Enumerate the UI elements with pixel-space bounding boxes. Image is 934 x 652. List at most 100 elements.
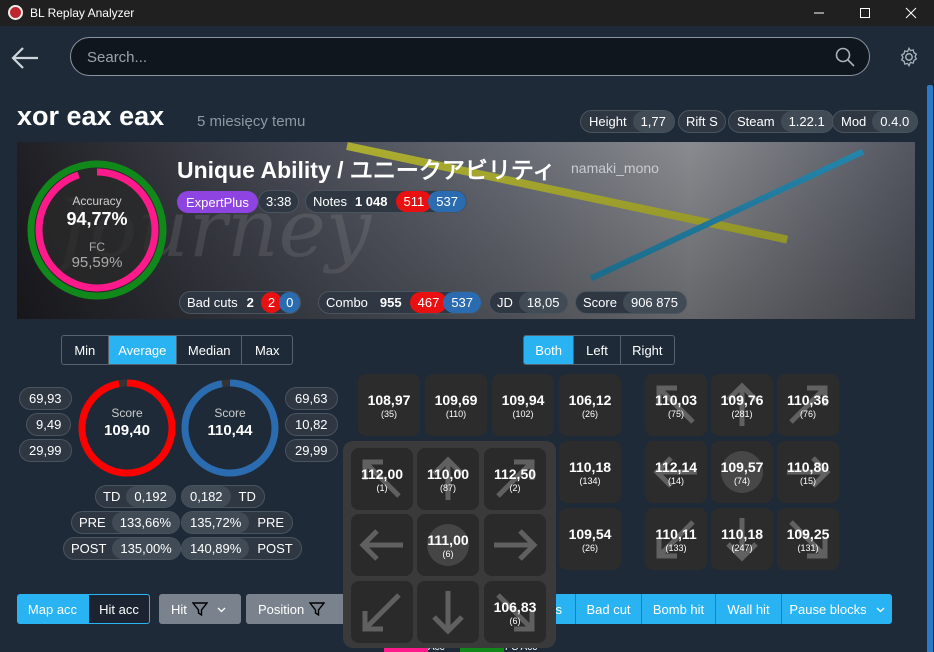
tab-median[interactable]: Median — [177, 336, 243, 364]
arrow-up-left-icon — [362, 459, 401, 498]
maximize-button[interactable] — [842, 0, 888, 26]
left-score-label: Score — [111, 406, 143, 420]
search-placeholder: Search... — [87, 49, 148, 66]
pause-blocks-dropdown[interactable]: Pause blocks — [781, 594, 892, 624]
grid-cell[interactable]: 110,36 (76) — [777, 374, 839, 436]
grid-cell[interactable]: 109,94 (102) — [492, 374, 554, 436]
badcuts-pill: Bad cuts 2 2 0 — [179, 291, 302, 314]
arrow-down-icon — [432, 591, 464, 635]
minimize-button[interactable] — [796, 0, 842, 26]
left-post-value: 29,99 — [29, 443, 62, 458]
chevron-down-icon — [217, 607, 226, 612]
left-pre-label: PRE — [79, 515, 106, 530]
left-post: 29,99 — [19, 439, 72, 462]
platform-pill: Steam 1.22.1 — [728, 110, 834, 133]
tab-both[interactable]: Both — [524, 336, 575, 364]
grid-cell[interactable]: 110,18 (134) — [559, 441, 621, 503]
search-input[interactable]: Search... — [70, 37, 870, 76]
tab-average[interactable]: Average — [108, 336, 177, 364]
back-arrow-icon[interactable] — [10, 44, 40, 72]
right-post-value: 29,99 — [295, 443, 328, 458]
tab-min[interactable]: Min — [62, 336, 109, 364]
length-pill: 3:38 — [258, 190, 300, 213]
gear-icon[interactable] — [898, 46, 920, 68]
wall-hit-toggle[interactable]: Wall hit — [715, 594, 781, 624]
title-bar: BL Replay Analyzer — [0, 0, 934, 26]
popup-cell[interactable] — [351, 514, 413, 576]
right-pre-pct-pill: 135,72% PRE — [181, 511, 294, 534]
left-acc: 9,49 — [26, 413, 72, 436]
filter-icon — [309, 602, 326, 617]
grid-cell[interactable]: 112,14 (14) — [645, 441, 707, 503]
badcuts-label: Bad cuts — [187, 295, 238, 310]
bomb-hit-toggle[interactable]: Bomb hit — [641, 594, 715, 624]
score-value: 906 875 — [622, 292, 686, 313]
popup-cell[interactable]: 112,00 (1) — [351, 448, 413, 510]
right-td-label: TD — [238, 489, 256, 504]
popup-cell[interactable] — [484, 514, 546, 576]
tab-max[interactable]: Max — [242, 336, 292, 364]
grid-cell[interactable]: 109,76 (281) — [711, 374, 773, 436]
fc-value: 95,59% — [71, 254, 123, 271]
popup-cell[interactable]: 106,83 (6) — [484, 581, 546, 643]
right-acc-value: 10,82 — [295, 417, 328, 432]
popup-cell[interactable] — [351, 581, 413, 643]
mapper-name: namaki_mono — [571, 160, 659, 176]
popup-cell[interactable]: 110,00 (87) — [417, 448, 479, 510]
cell-score: 106,12 — [568, 391, 612, 408]
grid-cell[interactable]: 110,03 (75) — [645, 374, 707, 436]
player-name: xor eax eax — [17, 101, 165, 131]
cell-score: 109,69 — [434, 391, 478, 408]
grid-cell[interactable]: 110,80 (15) — [777, 441, 839, 503]
tab-left[interactable]: Left — [574, 336, 621, 364]
left-td-pill: TD 0,192 — [95, 485, 176, 508]
arrow-left-icon — [359, 529, 403, 561]
left-td-value: 0,192 — [126, 486, 175, 507]
tab-right[interactable]: Right — [621, 336, 674, 364]
grid-cell[interactable]: 109,57(74) — [711, 441, 773, 503]
close-button[interactable] — [888, 0, 934, 26]
grid-cell[interactable]: 106,12 (26) — [559, 374, 621, 436]
right-post: 29,99 — [285, 439, 338, 462]
popup-cell[interactable] — [417, 581, 479, 643]
popup-cell[interactable]: 111,00(6) — [417, 514, 479, 576]
jd-pill: JD 18,05 — [489, 291, 569, 314]
position-filter-label: Position — [258, 601, 305, 617]
combo-pill: Combo 955 467 537 — [318, 291, 483, 314]
mod-label: Mod — [841, 114, 867, 129]
headset-label: Rift S — [686, 114, 718, 129]
arrow-down-left-icon — [656, 520, 695, 559]
grid-cell[interactable]: 109,69 (110) — [425, 374, 487, 436]
left-post-pct-pill: POST 135,00% — [63, 537, 181, 560]
headset-pill: Rift S — [678, 110, 726, 133]
notes-total: 1 048 — [354, 194, 388, 209]
search-icon[interactable] — [835, 47, 855, 67]
right-post-pct: 140,89% — [182, 538, 250, 559]
left-acc-value: 9,49 — [36, 417, 62, 432]
scrollbar[interactable] — [927, 85, 933, 652]
grid-cell[interactable]: 110,18 (247) — [711, 508, 773, 570]
grid-cell[interactable]: 108,97 (35) — [358, 374, 420, 436]
grid-cell[interactable]: 110,11 (133) — [645, 508, 707, 570]
badcuts-total: 2 — [246, 295, 254, 310]
chevron-down-icon — [876, 607, 885, 612]
map-acc-button[interactable]: Map acc — [17, 594, 88, 624]
hit-acc-button[interactable]: Hit acc — [88, 594, 150, 624]
grid-cell[interactable]: 109,54 (26) — [559, 508, 621, 570]
arrow-up-icon — [726, 382, 758, 426]
hit-filter-dropdown[interactable]: Hit — [159, 594, 241, 624]
bad-cut-toggle[interactable]: Bad cut — [575, 594, 641, 624]
accuracy-value: 94,77% — [66, 209, 128, 229]
jd-value: 18,05 — [518, 292, 568, 313]
notes-right: 537 — [428, 191, 466, 212]
height-label: Height — [589, 114, 627, 129]
right-post-label: POST — [257, 541, 293, 556]
fc-label: FC — [89, 240, 105, 254]
dot-icon — [427, 524, 469, 566]
cell-count: (102) — [512, 408, 534, 419]
grid-cell[interactable]: 109,25 (131) — [777, 508, 839, 570]
popup-cell[interactable]: 112,50 (2) — [484, 448, 546, 510]
cell-count: (26) — [581, 542, 598, 553]
mod-pill: Mod 0.4.0 — [832, 110, 919, 133]
position-filter-dropdown[interactable]: Position — [246, 594, 344, 624]
